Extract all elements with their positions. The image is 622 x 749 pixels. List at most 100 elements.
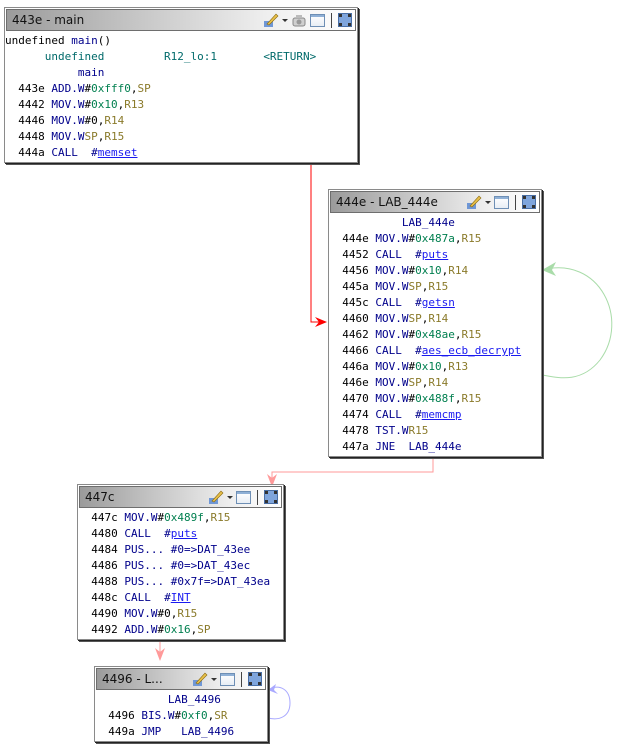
register: R15	[461, 328, 482, 341]
address: 447a	[342, 440, 369, 453]
instruction-line[interactable]: 4462 MOV.W#0x48ae,R15	[329, 327, 541, 343]
label-line: LAB_4496	[95, 692, 267, 708]
code-block-447c[interactable]: 447c 447c MOV.W#0x489f,R15 4480 CALL #pu…	[77, 484, 284, 640]
instruction-line[interactable]: 4442 MOV.W#0x10,R13	[5, 97, 357, 113]
jump-target-label[interactable]: LAB_4496	[181, 725, 234, 738]
address: 4448	[18, 130, 45, 143]
address: 4474	[342, 408, 369, 421]
mnemonic: MOV.W	[375, 232, 409, 245]
instruction-line[interactable]: 4456 MOV.W#0x10,R14	[329, 263, 541, 279]
function-name[interactable]: main	[71, 34, 98, 47]
fullscreen-icon[interactable]	[338, 13, 352, 27]
instruction-line[interactable]: 447c MOV.W#0x489f,R15	[78, 510, 283, 526]
signature-parens: ()	[97, 34, 111, 47]
edge-4496-self-loop-arrowhead	[268, 684, 278, 694]
instruction-line[interactable]: 4466 CALL #aes_ecb_decrypt	[329, 343, 541, 359]
dropdown-arrow-icon[interactable]	[211, 671, 217, 687]
call-target-link[interactable]: puts	[171, 527, 198, 540]
window-icon[interactable]	[236, 490, 251, 504]
operand: #0=>DAT_43ee	[170, 543, 251, 556]
instruction-line[interactable]: 4470 MOV.W#0x488f,R15	[329, 391, 541, 407]
instruction-line[interactable]: 4490 MOV.W#0,R15	[78, 606, 283, 622]
edge-lab444e-loop	[541, 267, 613, 379]
label[interactable]: main	[78, 66, 105, 79]
instruction-line[interactable]: 449a JMP LAB_4496	[95, 724, 267, 740]
block-header[interactable]: 4496 - L...	[96, 668, 266, 690]
call-target-link[interactable]: INT	[171, 591, 191, 604]
dropdown-arrow-icon[interactable]	[485, 194, 491, 210]
label-line: main	[5, 65, 357, 81]
operand: #0x7f=>DAT_43ea	[170, 575, 271, 588]
call-target-link[interactable]: memset	[98, 146, 138, 159]
window-icon[interactable]	[310, 13, 325, 27]
toolbar-separator	[241, 671, 242, 687]
mnemonic: CALL	[375, 344, 402, 357]
instruction-line[interactable]: 4496 BIS.W#0xf0,SR	[95, 708, 267, 724]
mnemonic: MOV.W	[375, 312, 409, 325]
instruction-line[interactable]: 447a JNE LAB_444e	[329, 439, 541, 455]
dropdown-arrow-icon[interactable]	[282, 12, 288, 28]
address: 4492	[91, 623, 118, 636]
mnemonic: MOV.W	[124, 607, 158, 620]
register: R15	[461, 232, 482, 245]
instruction-line[interactable]: 446a MOV.W#0x10,R13	[329, 359, 541, 375]
register: R15	[408, 424, 429, 437]
address: 445c	[342, 296, 369, 309]
edge-447c-to-4496-arrowhead	[155, 648, 165, 661]
call-target-link[interactable]: puts	[422, 248, 449, 261]
block-header[interactable]: 443e - main	[6, 9, 356, 31]
mnemonic: MOV.W	[51, 130, 85, 143]
camera-snapshot-icon[interactable]	[291, 13, 307, 28]
call-target-link[interactable]: aes_ecb_decrypt	[422, 344, 521, 357]
instruction-line[interactable]: 4474 CALL #memcmp	[329, 407, 541, 423]
label-line: LAB_444e	[329, 215, 541, 231]
call-target-link[interactable]: getsn	[422, 296, 455, 309]
edge-lab444e-loop-arrowhead	[542, 262, 556, 276]
instruction-line[interactable]: 4486 PUS... #0=>DAT_43ec	[78, 558, 283, 574]
dropdown-arrow-icon[interactable]	[227, 489, 233, 505]
instruction-line[interactable]: 4448 MOV.WSP,R15	[5, 129, 357, 145]
block-header[interactable]: 447c	[79, 486, 282, 508]
instruction-line[interactable]: 4452 CALL #puts	[329, 247, 541, 263]
address: 4452	[342, 248, 369, 261]
mnemonic: ADD.W	[51, 82, 85, 95]
mnemonic: BIS.W	[141, 709, 175, 722]
code-block-main[interactable]: 443e - main undefined main() undefined R…	[4, 7, 358, 163]
pencil-edit-icon[interactable]	[192, 671, 208, 687]
jump-target-label[interactable]: LAB_444e	[409, 440, 462, 453]
instruction-line[interactable]: 4488 PUS... #0x7f=>DAT_43ea	[78, 574, 283, 590]
code-block-lab-4496[interactable]: 4496 - L... LAB_4496 4496 BIS.W#0xf0,SR …	[94, 666, 268, 742]
instruction-line[interactable]: 4484 PUS... #0=>DAT_43ee	[78, 542, 283, 558]
label[interactable]: LAB_4496	[168, 693, 221, 706]
instruction-line[interactable]: 4460 MOV.WSP,R14	[329, 311, 541, 327]
register: SP	[408, 312, 422, 325]
instruction-line[interactable]: 448c CALL #INT	[78, 590, 283, 606]
mnemonic: CALL	[375, 248, 402, 261]
instruction-line[interactable]: 446e MOV.WSP,R14	[329, 375, 541, 391]
fullscreen-icon[interactable]	[522, 195, 536, 209]
instruction-line[interactable]: 4478 TST.WR15	[329, 423, 541, 439]
instruction-line[interactable]: 444e MOV.W#0x487a,R15	[329, 231, 541, 247]
pencil-edit-icon[interactable]	[208, 489, 224, 505]
instruction-line[interactable]: 445a MOV.WSP,R15	[329, 279, 541, 295]
address: 446e	[342, 376, 369, 389]
fullscreen-icon[interactable]	[248, 672, 262, 686]
instruction-line[interactable]: 4446 MOV.W#0,R14	[5, 113, 357, 129]
instruction-line[interactable]: 443e ADD.W#0xfff0,SP	[5, 81, 357, 97]
label[interactable]: LAB_444e	[402, 216, 455, 229]
code-block-lab-444e[interactable]: 444e - LAB_444e LAB_444e 444e MOV.W#0x48…	[328, 189, 542, 457]
block-header[interactable]: 444e - LAB_444e	[330, 191, 540, 213]
pencil-edit-icon[interactable]	[466, 194, 482, 210]
instruction-line[interactable]: 445c CALL #getsn	[329, 295, 541, 311]
immediate: 0x48ae	[415, 328, 455, 341]
instruction-line[interactable]: 4480 CALL #puts	[78, 526, 283, 542]
fullscreen-icon[interactable]	[264, 490, 278, 504]
block-title: 4496 - L...	[102, 672, 163, 686]
window-icon[interactable]	[220, 672, 235, 686]
instruction-line[interactable]: 4492 ADD.W#0x16,SP	[78, 622, 283, 638]
window-icon[interactable]	[494, 195, 509, 209]
address: 448c	[91, 591, 118, 604]
call-target-link[interactable]: memcmp	[422, 408, 462, 421]
pencil-edit-icon[interactable]	[263, 12, 279, 28]
instruction-line[interactable]: 444a CALL #memset	[5, 145, 357, 161]
